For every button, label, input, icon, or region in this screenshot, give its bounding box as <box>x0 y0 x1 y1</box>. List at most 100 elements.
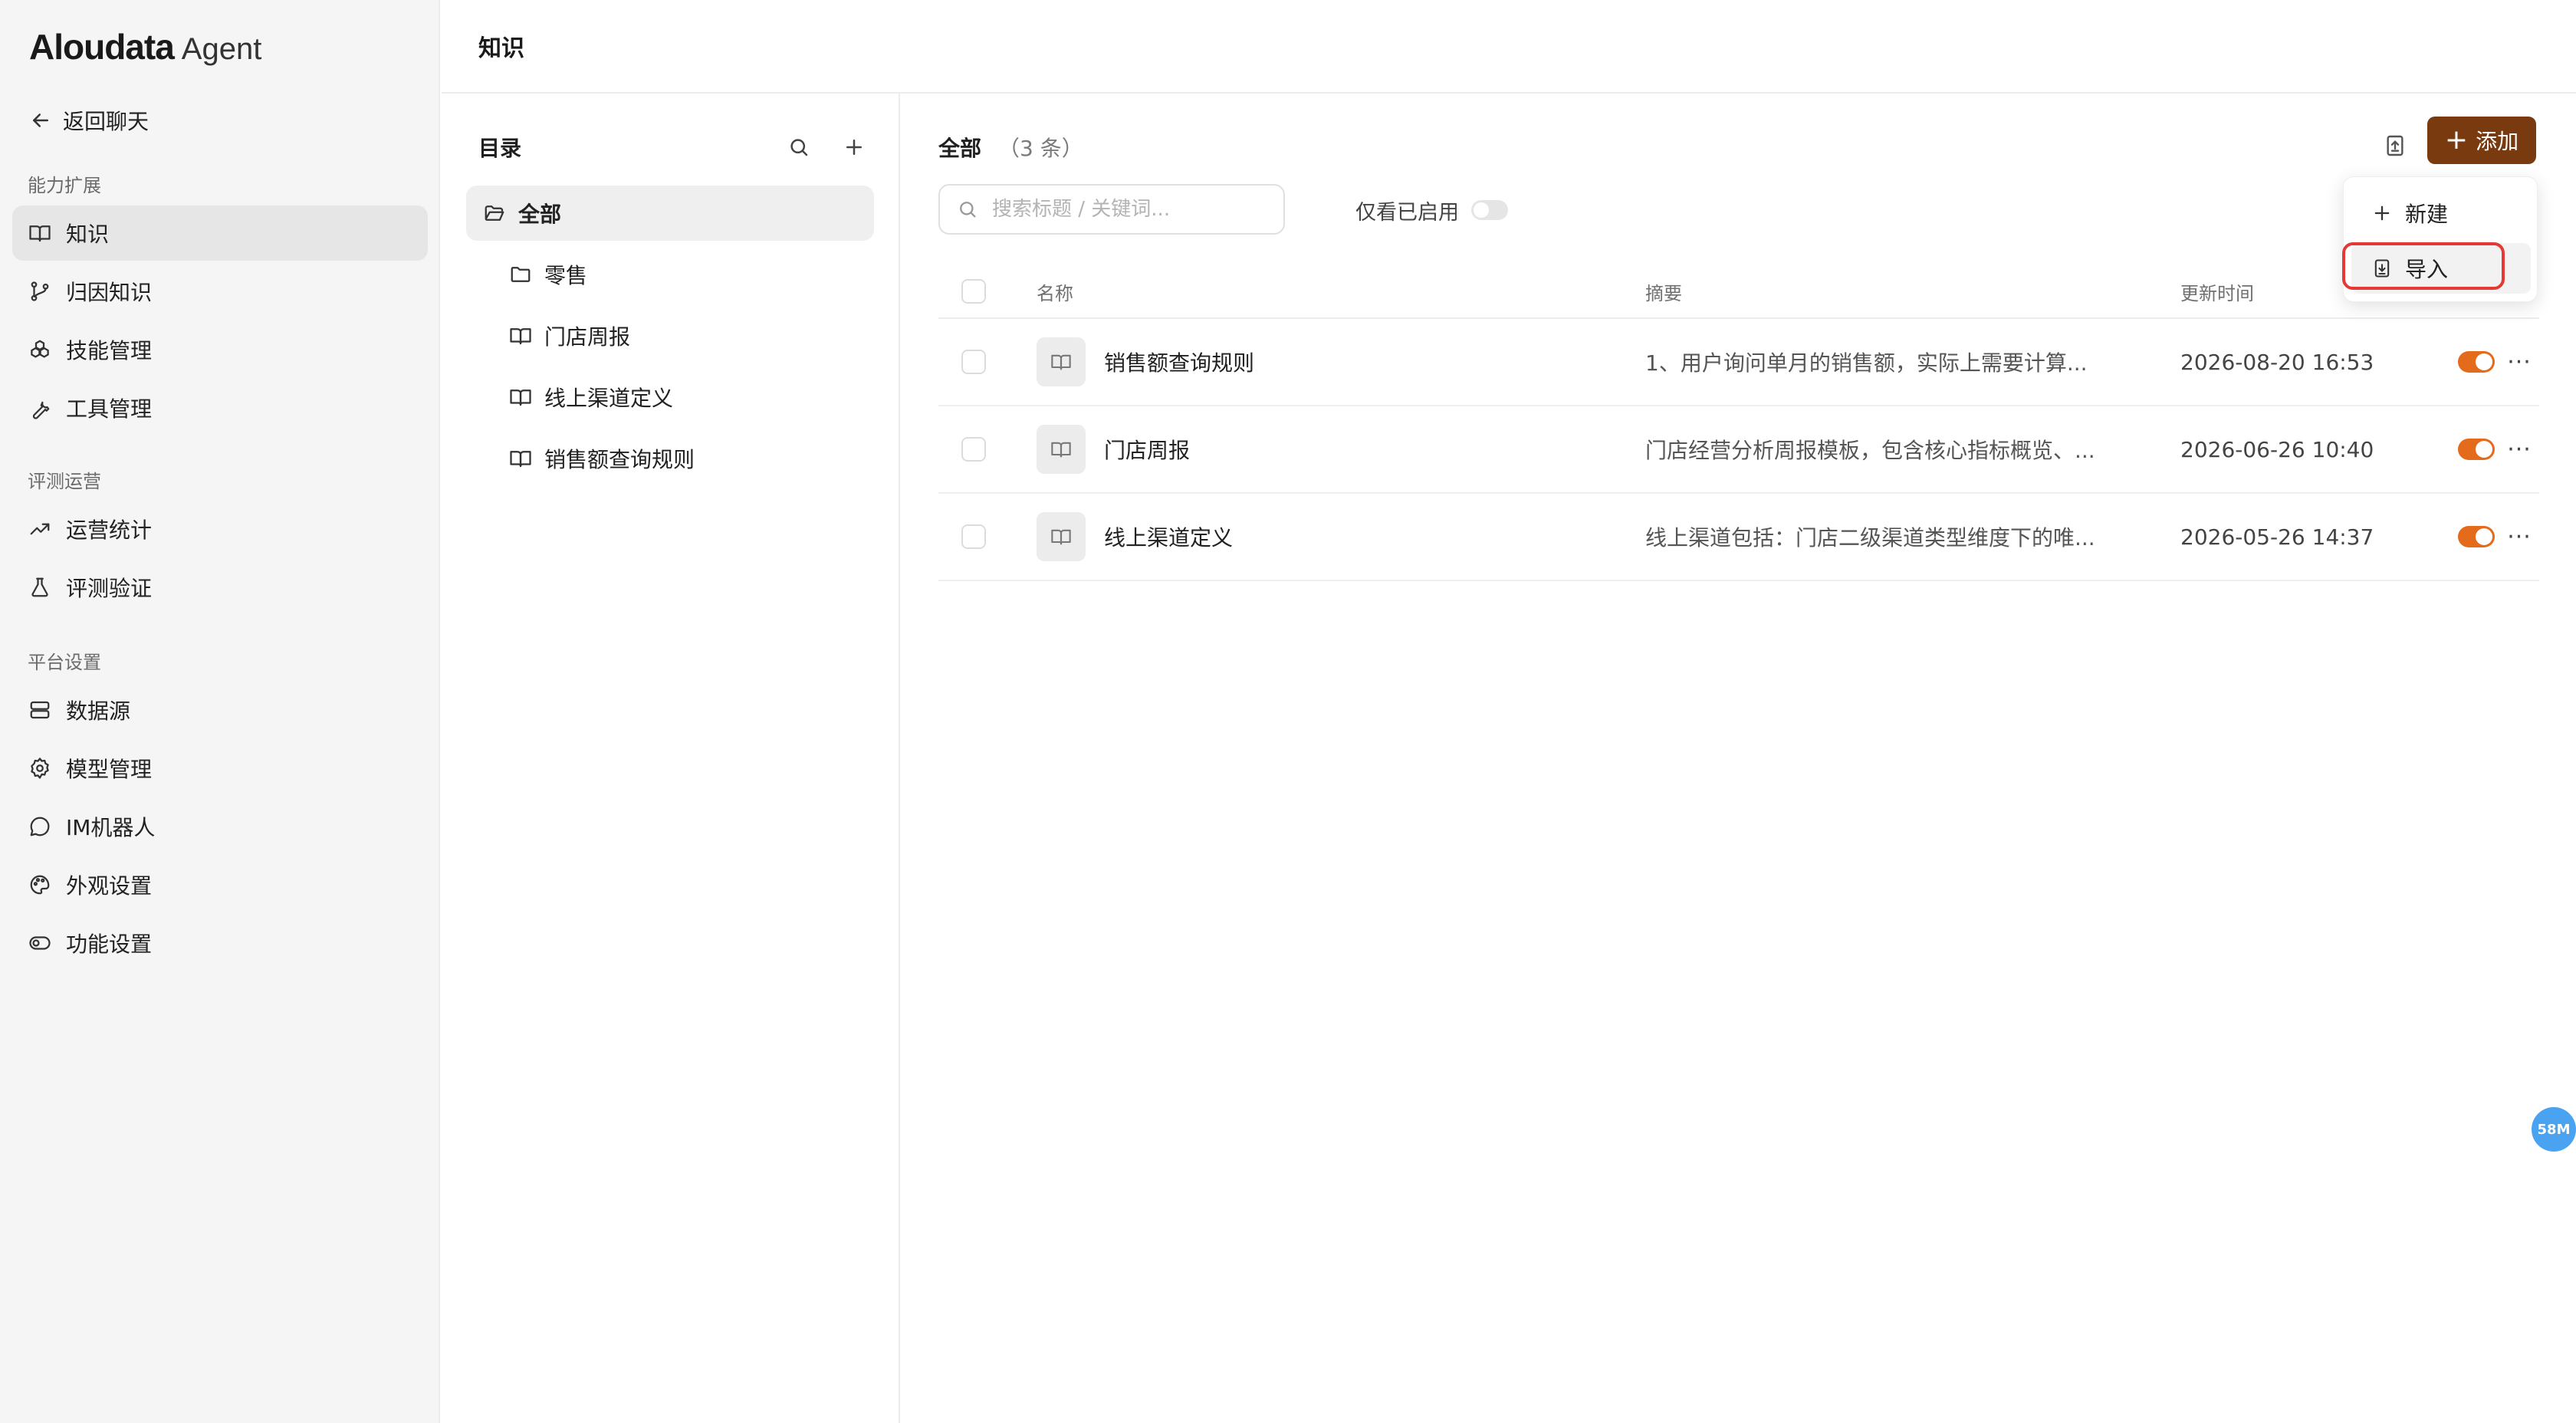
directory-panel: 目录 全部 零售 门店周报 线上渠道定义 销售额查询规则 <box>442 94 900 1423</box>
book-icon <box>510 389 531 406</box>
brand-logo: Aloudata Agent <box>29 26 261 72</box>
tree-item-store-weekly[interactable]: 门店周报 <box>509 308 874 363</box>
memory-badge[interactable]: 58M <box>2532 1107 2576 1152</box>
list-header: 全部 （3 条） <box>938 124 1083 170</box>
import-icon <box>2374 259 2390 278</box>
sidebar-item-models[interactable]: 模型管理 <box>12 741 428 796</box>
directory-add-button[interactable] <box>837 130 871 164</box>
menu-item-new[interactable]: 新建 <box>2351 188 2531 238</box>
more-icon[interactable]: ··· <box>2502 432 2536 466</box>
tree-item-sales-rule[interactable]: 销售额查询规则 <box>509 431 874 486</box>
search-icon <box>960 202 976 218</box>
list-title: 全部 <box>938 136 982 161</box>
menu-item-label: 导入 <box>2405 257 2449 282</box>
enabled-only-filter: 仅看已启用 <box>1355 193 1508 227</box>
directory-search-button[interactable] <box>782 130 816 164</box>
tree-item-retail[interactable]: 零售 <box>509 247 874 302</box>
search-input[interactable] <box>992 198 1268 221</box>
select-all-checkbox[interactable] <box>961 279 986 304</box>
table-row[interactable]: 线上渠道定义 线上渠道包括：门店二级渠道类型维度下的唯... 2026-05-2… <box>938 494 2539 581</box>
sidebar-item-label: 归因知识 <box>66 280 153 305</box>
tree-item-online-channel[interactable]: 线上渠道定义 <box>509 370 874 425</box>
sidebar-item-datasource[interactable]: 数据源 <box>12 682 428 738</box>
toggle-icon <box>28 931 52 955</box>
page-title: 知识 <box>478 35 524 62</box>
sidebar-item-label: 工具管理 <box>66 396 153 422</box>
column-header-name: 名称 <box>1037 282 1073 304</box>
brand-name: Aloudata <box>29 27 175 67</box>
book-icon <box>510 451 531 468</box>
chat-bubble-icon <box>28 814 52 839</box>
book-icon <box>1037 425 1086 474</box>
add-dropdown-menu: 新建 导入 <box>2343 176 2538 302</box>
row-checkbox[interactable] <box>961 437 986 462</box>
sidebar-item-skills[interactable]: 技能管理 <box>12 322 428 377</box>
sidebar: Aloudata Agent 返回聊天 能力扩展 知识 归因知识 技能管理 工具… <box>0 0 440 1423</box>
sidebar-item-label: 外观设置 <box>66 873 153 899</box>
group-title-evaluation: 评测运营 <box>28 471 101 492</box>
tree-item-label: 零售 <box>544 263 588 288</box>
book-icon <box>28 221 52 245</box>
row-name[interactable]: 销售额查询规则 <box>1104 347 1254 377</box>
database-icon <box>28 698 52 722</box>
sidebar-item-im-bot[interactable]: IM机器人 <box>12 799 428 854</box>
palette-icon <box>28 873 52 897</box>
book-icon <box>1037 337 1086 386</box>
sidebar-item-knowledge[interactable]: 知识 <box>12 205 428 261</box>
export-file-icon <box>2387 135 2404 156</box>
sidebar-item-label: 模型管理 <box>66 757 153 782</box>
row-updated: 2026-06-26 10:40 <box>2180 436 2374 462</box>
directory-header: 目录 <box>478 124 871 170</box>
arrow-left-icon <box>33 113 48 127</box>
table-row[interactable]: 门店周报 门店经营分析周报模板，包含核心指标概览、... 2026-06-26 … <box>938 406 2539 494</box>
column-header-summary: 摘要 <box>1645 282 1682 304</box>
row-checkbox[interactable] <box>961 524 986 549</box>
row-name[interactable]: 线上渠道定义 <box>1104 521 1233 552</box>
search-box <box>938 184 1285 235</box>
add-button-label: 添加 <box>2476 129 2519 154</box>
export-button[interactable] <box>2371 121 2420 170</box>
tree-item-label: 门店周报 <box>544 324 631 350</box>
sidebar-item-features[interactable]: 功能设置 <box>12 915 428 971</box>
back-to-chat-link[interactable]: 返回聊天 <box>29 103 149 138</box>
tree-item-label: 线上渠道定义 <box>544 386 674 411</box>
sidebar-item-label: 数据源 <box>66 698 131 724</box>
row-enable-switch[interactable] <box>2458 439 2495 460</box>
sidebar-item-eval[interactable]: 评测验证 <box>12 560 428 615</box>
enabled-only-toggle[interactable] <box>1471 200 1508 220</box>
flask-icon <box>28 575 52 600</box>
row-name[interactable]: 门店周报 <box>1104 434 1190 465</box>
row-name-cell: 线上渠道定义 <box>1037 512 1233 561</box>
tree-item-all[interactable]: 全部 <box>466 186 874 241</box>
table-row[interactable]: 销售额查询规则 1、用户询问单月的销售额，实际上需要计算... 2026-08-… <box>938 319 2539 406</box>
group-title-platform: 平台设置 <box>28 652 101 673</box>
sidebar-item-label: 技能管理 <box>66 338 153 363</box>
list-count: （3 条） <box>998 136 1083 161</box>
column-header-updated: 更新时间 <box>2180 282 2254 304</box>
row-enable-switch[interactable] <box>2458 351 2495 373</box>
row-enable-switch[interactable] <box>2458 526 2495 547</box>
more-icon[interactable]: ··· <box>2502 345 2536 379</box>
add-button[interactable]: + 添加 <box>2427 117 2536 164</box>
cubes-icon <box>28 337 52 362</box>
row-name-cell: 门店周报 <box>1037 425 1190 474</box>
book-icon <box>510 328 531 345</box>
search-icon <box>790 139 808 156</box>
sidebar-item-label: 评测验证 <box>66 576 153 601</box>
sidebar-item-appearance[interactable]: 外观设置 <box>12 857 428 912</box>
row-updated: 2026-08-20 16:53 <box>2180 349 2374 375</box>
tree-item-label: 全部 <box>518 202 562 227</box>
more-icon[interactable]: ··· <box>2502 520 2536 554</box>
row-checkbox[interactable] <box>961 350 986 374</box>
brand-suffix: Agent <box>181 32 262 66</box>
folder-icon <box>511 267 531 282</box>
menu-item-import[interactable]: 导入 <box>2351 243 2531 294</box>
row-updated: 2026-05-26 14:37 <box>2180 524 2374 550</box>
gear-icon <box>28 756 52 781</box>
sidebar-item-ops-stats[interactable]: 运营统计 <box>12 501 428 557</box>
sidebar-item-tools[interactable]: 工具管理 <box>12 380 428 435</box>
menu-item-label: 新建 <box>2405 202 2449 227</box>
sidebar-item-attribution[interactable]: 归因知识 <box>12 264 428 319</box>
table-header: 名称 摘要 更新时间 <box>938 265 2539 319</box>
row-summary: 1、用户询问单月的销售额，实际上需要计算... <box>1645 350 2088 376</box>
